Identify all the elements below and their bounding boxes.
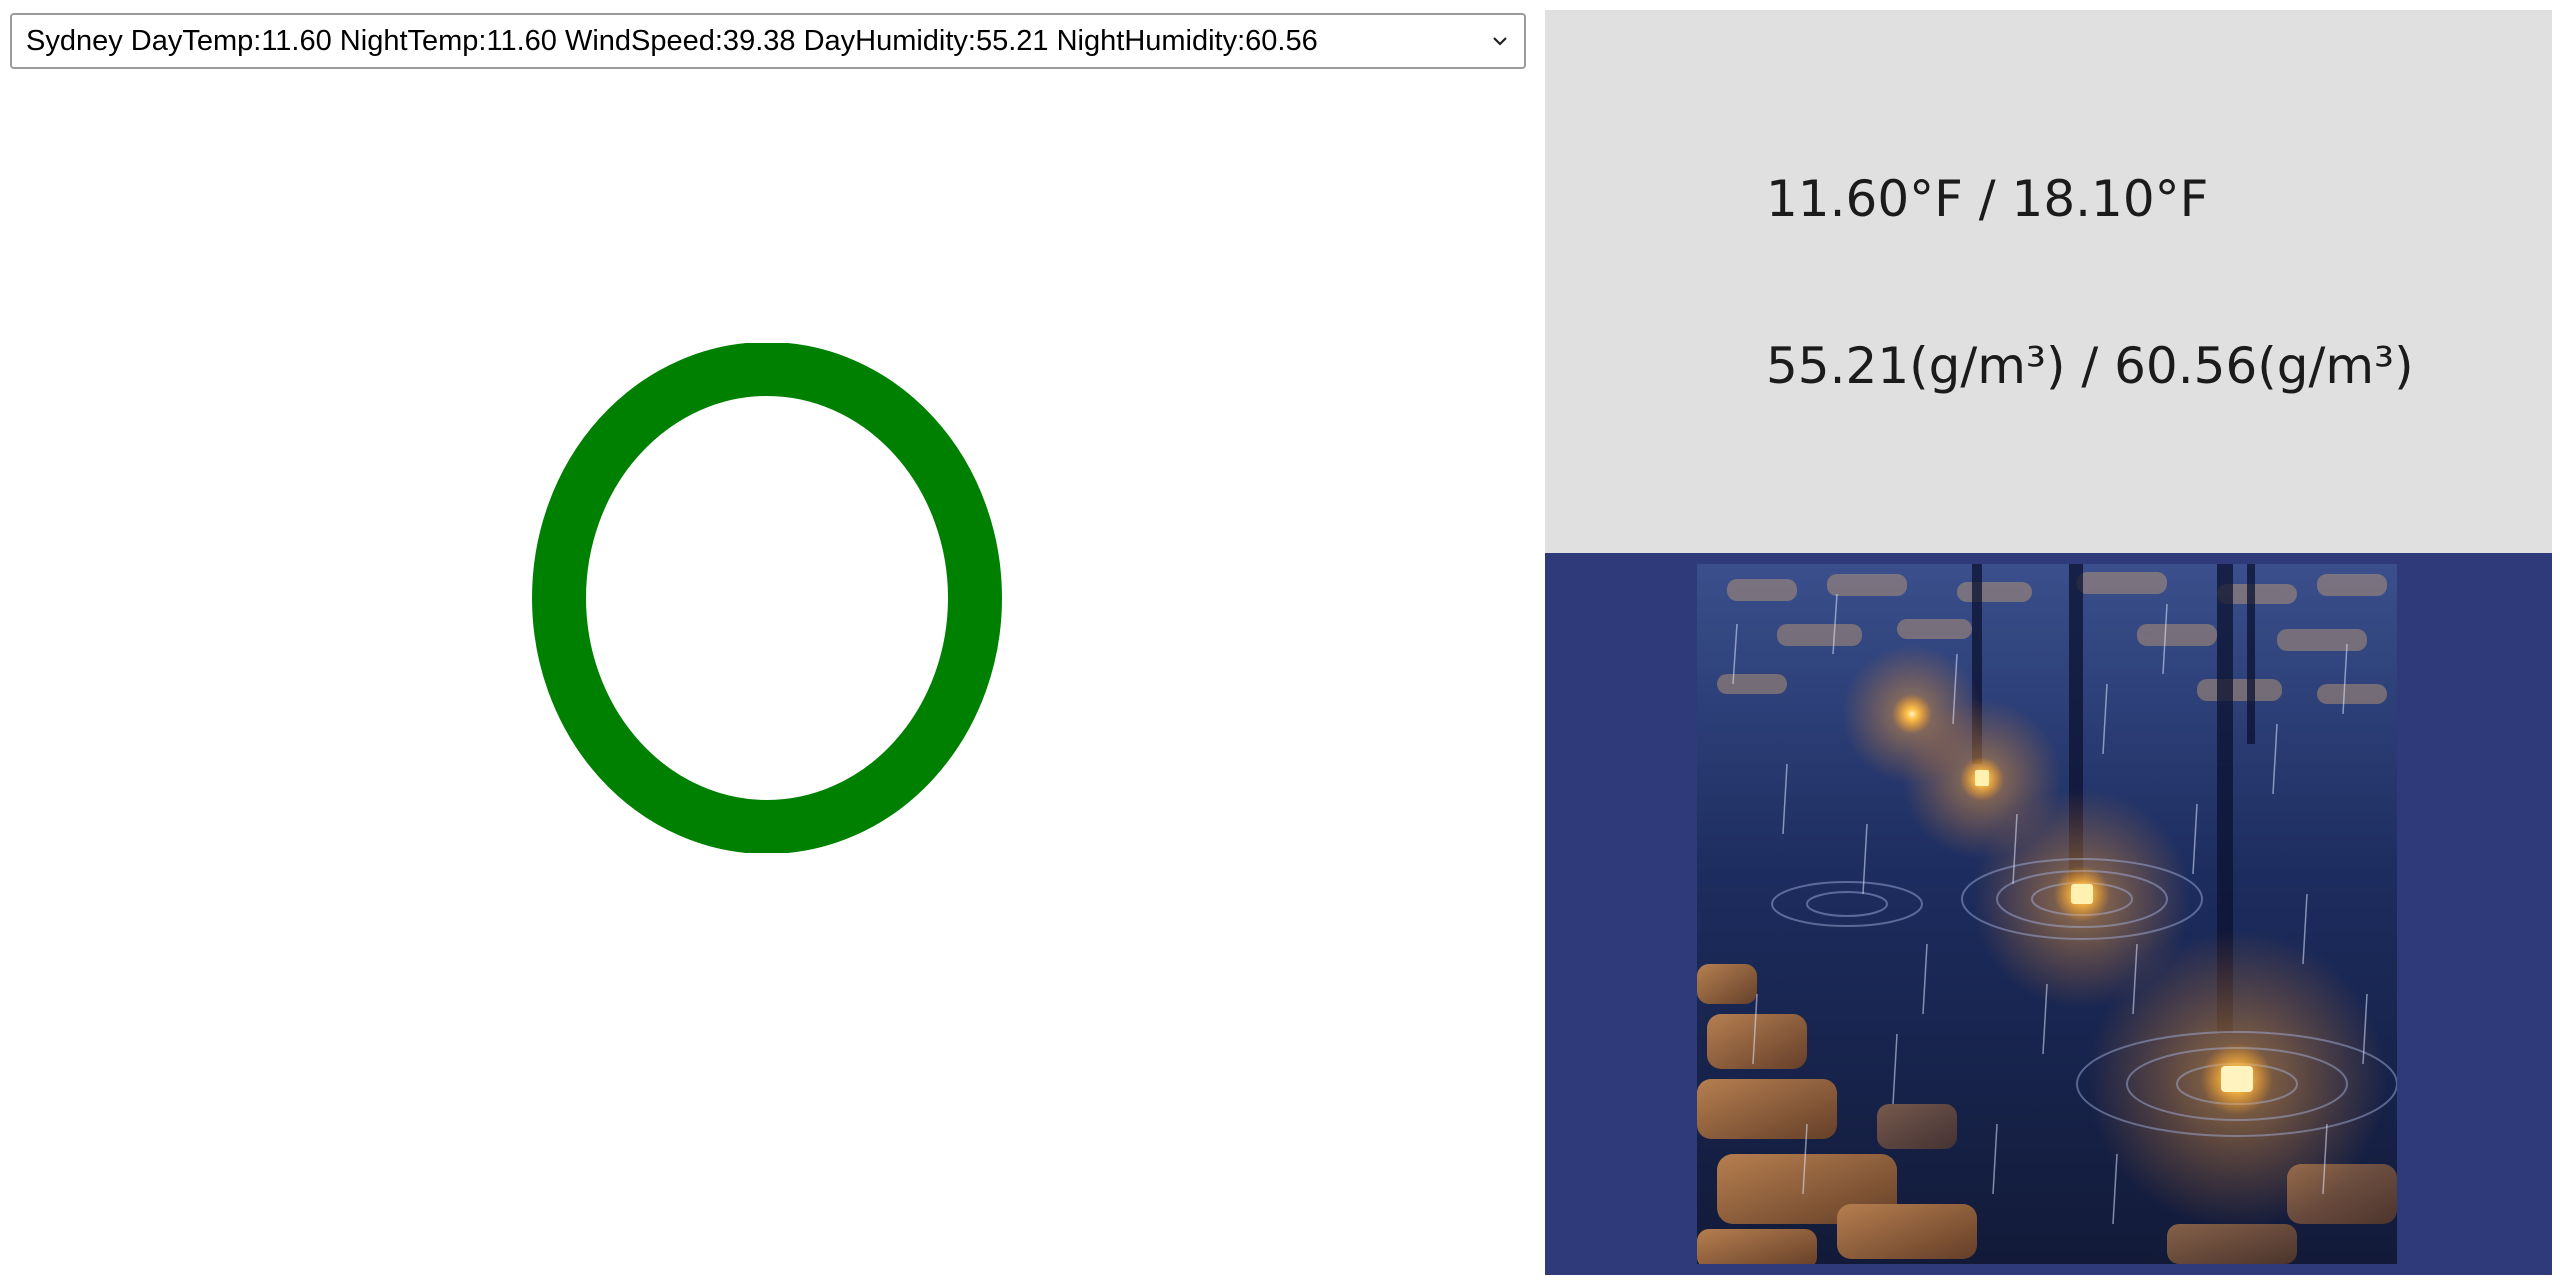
left-column: Sydney DayTemp:11.60 NightTemp:11.60 Win… — [0, 0, 1544, 1283]
city-select-dropdown[interactable]: Sydney DayTemp:11.60 NightTemp:11.60 Win… — [10, 13, 1526, 69]
humidity-readout: 55.21(g/m³) / 60.56(g/m³) — [1766, 337, 2414, 395]
temperature-readout: 11.60°F / 18.10°F — [1766, 170, 2209, 228]
weather-info-panel: 11.60°F / 18.10°F 55.21(g/m³) / 60.56(g/… — [1545, 10, 2552, 553]
city-select-value: Sydney DayTemp:11.60 NightTemp:11.60 Win… — [26, 24, 1318, 57]
right-column: 11.60°F / 18.10°F 55.21(g/m³) / 60.56(g/… — [1545, 10, 2552, 1275]
weather-app: Sydney DayTemp:11.60 NightTemp:11.60 Win… — [0, 0, 2560, 1283]
weather-image-panel — [1545, 553, 2552, 1275]
rainy-night-street-image — [1697, 564, 2397, 1264]
status-ring-icon — [532, 343, 1002, 853]
chevron-down-icon[interactable] — [1490, 31, 1510, 51]
